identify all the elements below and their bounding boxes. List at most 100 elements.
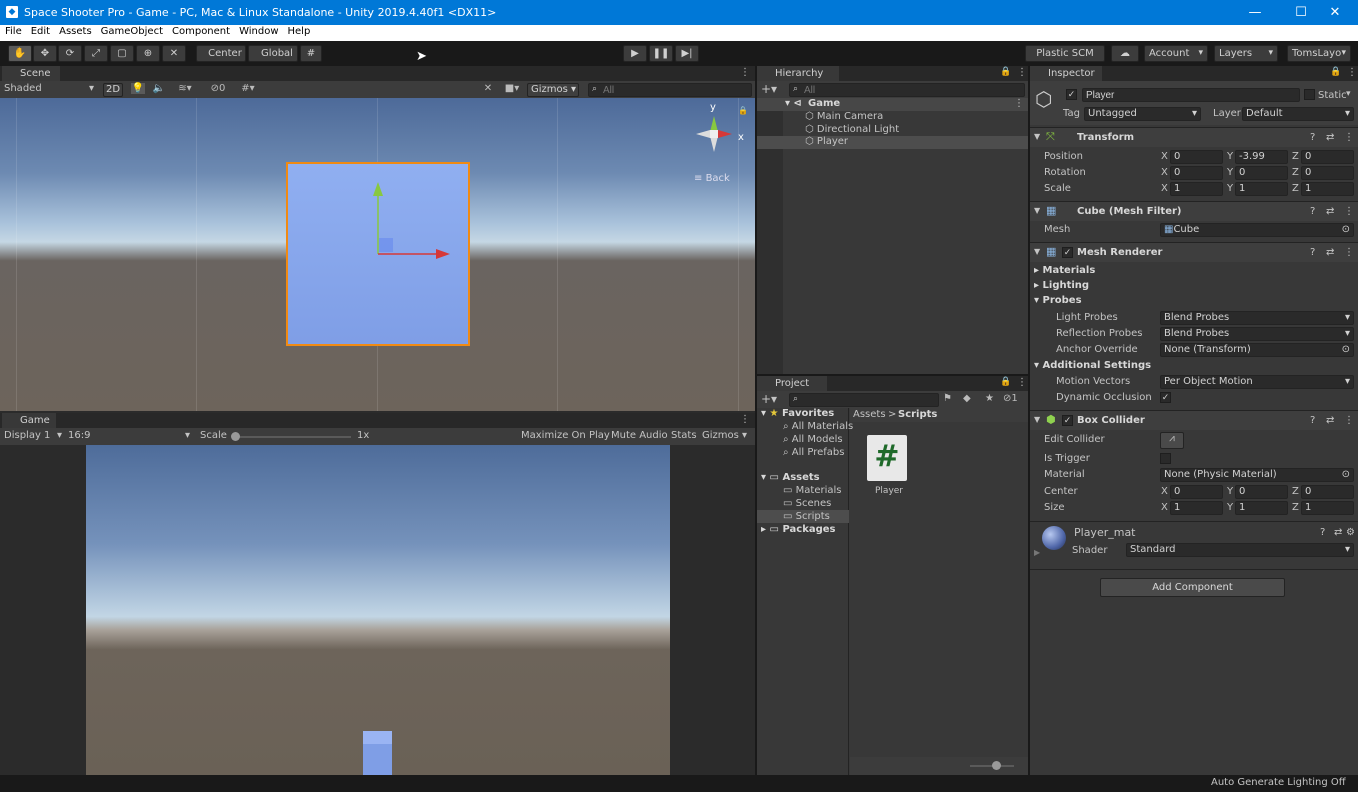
position-z-field[interactable]: 0 xyxy=(1301,150,1354,164)
step-button[interactable]: ▶| xyxy=(675,45,699,62)
component-menu-icon[interactable]: ⋮ xyxy=(1344,132,1354,143)
tab-hierarchy[interactable]: Hierarchy xyxy=(757,66,839,81)
favorite-star-icon[interactable]: ★ xyxy=(985,393,994,404)
hand-tool-icon[interactable]: ✋ xyxy=(8,45,32,62)
preset-icon[interactable]: ⇄ xyxy=(1326,206,1334,217)
object-picker-icon[interactable]: ⊙ xyxy=(1342,469,1350,481)
dynamic-occlusion-checkbox[interactable]: ✓ xyxy=(1160,392,1171,403)
component-menu-icon[interactable]: ⋮ xyxy=(1344,206,1354,217)
position-x-field[interactable]: 0 xyxy=(1170,150,1223,164)
filter-label-icon[interactable]: ◆ xyxy=(963,393,971,404)
inspector-lock-icon[interactable]: 🔒 xyxy=(1330,67,1341,77)
rect-tool-icon[interactable]: ▢ xyxy=(110,45,134,62)
menu-window[interactable]: Window xyxy=(234,25,282,37)
filter-type-icon[interactable]: ⚑ xyxy=(943,393,952,404)
asset-folder-item[interactable]: ▭ Scenes xyxy=(783,498,831,509)
display-dropdown[interactable]: Display 1 ▾ xyxy=(4,430,64,441)
center-y-field[interactable]: 0 xyxy=(1235,485,1288,499)
aspect-dropdown[interactable]: 16:9 ▾ xyxy=(68,430,192,441)
tools-icon[interactable]: ✕ xyxy=(481,83,495,94)
is-trigger-checkbox[interactable] xyxy=(1160,453,1171,464)
breadcrumb-assets[interactable]: Assets xyxy=(853,409,886,420)
gear-icon[interactable]: ⚙ xyxy=(1346,527,1355,538)
play-button[interactable]: ▶ xyxy=(623,45,647,62)
help-icon[interactable]: ? xyxy=(1310,247,1315,258)
csharp-script-icon[interactable]: # xyxy=(867,435,907,481)
favorite-item[interactable]: ⌕ All Prefabs xyxy=(783,447,844,458)
position-y-field[interactable]: -3.99 xyxy=(1235,150,1288,164)
preset-icon[interactable]: ⇄ xyxy=(1334,527,1342,538)
game-viewport[interactable] xyxy=(86,445,670,775)
center-z-field[interactable]: 0 xyxy=(1301,485,1354,499)
scene-viewport[interactable]: y x 🔒 ≡ Back xyxy=(0,98,755,411)
tab-project[interactable]: Project xyxy=(757,376,827,391)
mesh-filter-header[interactable]: ▼ ▦ Cube (Mesh Filter) ? ⇄ ⋮ xyxy=(1030,201,1358,221)
script-file-name[interactable]: Player xyxy=(875,486,903,496)
mesh-field[interactable]: ▦Cube ⊙ xyxy=(1160,223,1354,237)
rotation-y-field[interactable]: 0 xyxy=(1235,166,1288,180)
size-z-field[interactable]: 1 xyxy=(1301,501,1354,515)
lighting-toggle-icon[interactable]: 💡 xyxy=(131,83,145,94)
materials-foldout[interactable]: ▸ Materials xyxy=(1034,265,1095,276)
scene-search-input[interactable] xyxy=(588,83,752,97)
rotate-tool-icon[interactable]: ⟳ xyxy=(58,45,82,62)
motion-vectors-dropdown[interactable]: Per Object Motion ▾ xyxy=(1160,375,1354,389)
hierarchy-search-input[interactable] xyxy=(789,83,1025,97)
light-probes-dropdown[interactable]: Blend Probes ▾ xyxy=(1160,311,1354,325)
menu-assets[interactable]: Assets xyxy=(54,25,96,37)
layout-dropdown[interactable]: TomsLayo xyxy=(1287,45,1351,62)
preset-icon[interactable]: ⇄ xyxy=(1326,247,1334,258)
size-x-field[interactable]: 1 xyxy=(1170,501,1223,515)
scene-tab-menu-icon[interactable]: ⋮ xyxy=(740,67,750,78)
scene-gizmos-dropdown[interactable]: Gizmos ▾ xyxy=(527,83,579,97)
component-menu-icon[interactable]: ⋮ xyxy=(1344,247,1354,258)
stats-toggle[interactable]: Stats xyxy=(671,430,697,441)
center-x-field[interactable]: 0 xyxy=(1170,485,1223,499)
scale-tool-icon[interactable]: ⤢ xyxy=(84,45,108,62)
lighting-foldout[interactable]: ▸ Lighting xyxy=(1034,280,1089,291)
game-tab-menu-icon[interactable]: ⋮ xyxy=(740,414,750,425)
asset-folder-item[interactable]: ▭ Materials xyxy=(783,485,841,496)
project-search-input[interactable] xyxy=(789,393,939,407)
rotation-z-field[interactable]: 0 xyxy=(1301,166,1354,180)
rotation-x-field[interactable]: 0 xyxy=(1170,166,1223,180)
grid-toggle-icon[interactable]: #▾ xyxy=(234,83,262,94)
tab-scene[interactable]: Scene xyxy=(2,66,60,81)
pause-button[interactable]: ❚❚ xyxy=(649,45,673,62)
favorite-item[interactable]: ⌕ All Models xyxy=(783,434,843,445)
shader-dropdown[interactable]: Standard ▾ xyxy=(1126,543,1354,557)
hidden-packages-icon[interactable]: ⊘1 xyxy=(1003,393,1018,404)
maximize-on-play-toggle[interactable]: Maximize On Play xyxy=(521,430,610,441)
favorite-item[interactable]: ⌕ All Materials xyxy=(783,421,853,432)
assets-folder[interactable]: ▾ ▭ Assets xyxy=(761,472,820,483)
2d-toggle[interactable]: 2D xyxy=(103,83,123,97)
menu-edit[interactable]: Edit xyxy=(26,25,54,37)
object-name-input[interactable] xyxy=(1082,88,1300,102)
project-menu-icon[interactable]: ⋮ xyxy=(1017,377,1027,388)
packages-folder[interactable]: ▸ ▭ Packages xyxy=(761,524,835,535)
scene-row-menu-icon[interactable]: ⋮ xyxy=(1014,98,1024,109)
object-picker-icon[interactable]: ⊙ xyxy=(1342,224,1350,236)
help-icon[interactable]: ? xyxy=(1310,206,1315,217)
collider-material-field[interactable]: None (Physic Material) ⊙ xyxy=(1160,468,1354,482)
cloud-icon[interactable]: ☁ xyxy=(1111,45,1139,62)
menu-component[interactable]: Component xyxy=(167,25,234,37)
menu-help[interactable]: Help xyxy=(283,25,315,37)
hierarchy-lock-icon[interactable]: 🔒 xyxy=(1000,67,1011,77)
probes-foldout[interactable]: ▾ Probes xyxy=(1034,295,1082,306)
grid-snap-icon[interactable]: # xyxy=(300,45,322,62)
shading-mode-dropdown[interactable]: Shaded ▾ xyxy=(4,83,96,94)
tab-game[interactable]: Game xyxy=(2,413,56,428)
scale-slider-thumb[interactable] xyxy=(231,432,240,441)
menu-gameobject[interactable]: GameObject xyxy=(96,25,167,37)
additional-settings-foldout[interactable]: ▾ Additional Settings xyxy=(1034,360,1151,371)
project-lock-icon[interactable]: 🔒 xyxy=(1000,377,1011,387)
box-collider-enabled-checkbox[interactable]: ✓ xyxy=(1062,415,1073,426)
preset-icon[interactable]: ⇄ xyxy=(1326,415,1334,426)
transform-tool-icon[interactable]: ⊕ xyxy=(136,45,160,62)
reflection-probes-dropdown[interactable]: Blend Probes ▾ xyxy=(1160,327,1354,341)
object-picker-icon[interactable]: ⊙ xyxy=(1342,344,1350,356)
layer-dropdown[interactable]: Default ▾ xyxy=(1242,107,1354,121)
edit-collider-button[interactable]: ⩘ xyxy=(1160,432,1184,449)
favorites-section[interactable]: ▾ ★ Favorites xyxy=(761,408,834,419)
